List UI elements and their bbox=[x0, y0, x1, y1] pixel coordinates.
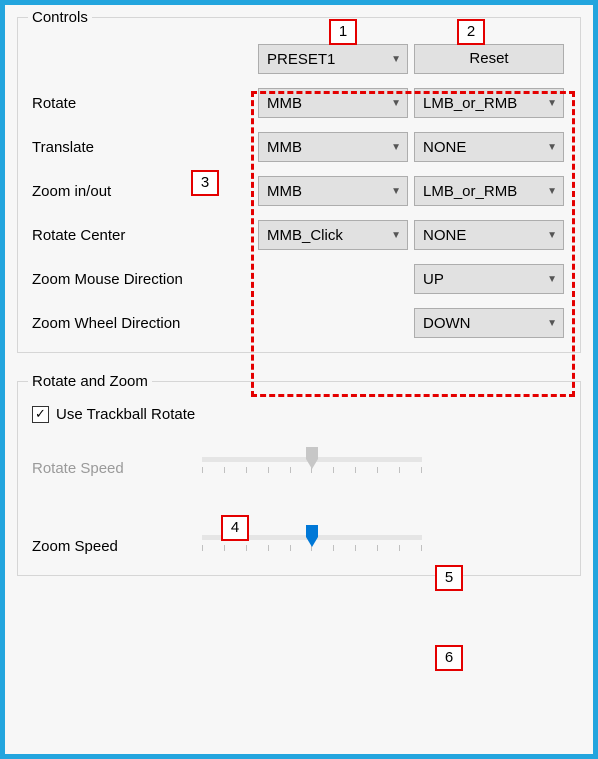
chevron-down-icon: ▼ bbox=[547, 142, 557, 153]
use-trackball-row: ✓ Use Trackball Rotate bbox=[32, 406, 570, 423]
rotate-center-row: Rotate Center MMB_Click▼ NONE▼ bbox=[28, 220, 570, 250]
callout-4: 4 bbox=[221, 515, 249, 541]
rotate-primary-select[interactable]: MMB▼ bbox=[258, 88, 408, 118]
check-icon: ✓ bbox=[35, 407, 46, 420]
rotate-label: Rotate bbox=[28, 95, 258, 112]
preset-select[interactable]: PRESET1 ▼ bbox=[258, 44, 408, 74]
preset-row: PRESET1 ▼ Reset bbox=[28, 44, 570, 74]
rotate-speed-row: Rotate Speed bbox=[28, 453, 570, 483]
chevron-down-icon: ▼ bbox=[391, 230, 401, 241]
rotate-row: Rotate MMB▼ LMB_or_RMB▼ bbox=[28, 88, 570, 118]
zoom-speed-row: Zoom Speed bbox=[28, 531, 570, 561]
chevron-down-icon: ▼ bbox=[391, 54, 401, 65]
zoom-wheel-label: Zoom Wheel Direction bbox=[28, 315, 258, 332]
zoom-wheel-row: Zoom Wheel Direction DOWN▼ bbox=[28, 308, 570, 338]
chevron-down-icon: ▼ bbox=[547, 98, 557, 109]
rotate-speed-label: Rotate Speed bbox=[32, 460, 202, 477]
callout-6: 6 bbox=[435, 645, 463, 671]
slider-thumb-icon bbox=[306, 447, 318, 469]
rotate-center-label: Rotate Center bbox=[28, 227, 258, 244]
zoom-row: Zoom in/out MMB▼ LMB_or_RMB▼ bbox=[28, 176, 570, 206]
zoom-mouse-label: Zoom Mouse Direction bbox=[28, 271, 258, 288]
chevron-down-icon: ▼ bbox=[547, 274, 557, 285]
chevron-down-icon: ▼ bbox=[547, 318, 557, 329]
chevron-down-icon: ▼ bbox=[391, 186, 401, 197]
zoom-wheel-direction-select[interactable]: DOWN▼ bbox=[414, 308, 564, 338]
zoom-modifier-select[interactable]: LMB_or_RMB▼ bbox=[414, 176, 564, 206]
reset-button[interactable]: Reset bbox=[414, 44, 564, 74]
zoom-speed-label: Zoom Speed bbox=[32, 538, 202, 555]
controls-legend: Controls bbox=[28, 9, 92, 26]
callout-5: 5 bbox=[435, 565, 463, 591]
chevron-down-icon: ▼ bbox=[391, 142, 401, 153]
chevron-down-icon: ▼ bbox=[547, 186, 557, 197]
use-trackball-checkbox[interactable]: ✓ bbox=[32, 406, 49, 423]
zoom-primary-select[interactable]: MMB▼ bbox=[258, 176, 408, 206]
zoom-mouse-row: Zoom Mouse Direction UP▼ bbox=[28, 264, 570, 294]
slider-thumb-icon bbox=[306, 525, 318, 547]
translate-modifier-select[interactable]: NONE▼ bbox=[414, 132, 564, 162]
rotate-and-zoom-legend: Rotate and Zoom bbox=[28, 373, 152, 390]
callout-2: 2 bbox=[457, 19, 485, 45]
use-trackball-label: Use Trackball Rotate bbox=[56, 406, 195, 423]
translate-row: Translate MMB▼ NONE▼ bbox=[28, 132, 570, 162]
zoom-mouse-direction-select[interactable]: UP▼ bbox=[414, 264, 564, 294]
rotate-center-primary-select[interactable]: MMB_Click▼ bbox=[258, 220, 408, 250]
zoom-label: Zoom in/out bbox=[28, 183, 258, 200]
callout-1: 1 bbox=[329, 19, 357, 45]
callout-3: 3 bbox=[191, 170, 219, 196]
translate-label: Translate bbox=[28, 139, 258, 156]
rotate-center-modifier-select[interactable]: NONE▼ bbox=[414, 220, 564, 250]
chevron-down-icon: ▼ bbox=[391, 98, 401, 109]
settings-panel: Controls PRESET1 ▼ Reset Rotate MMB▼ LMB… bbox=[0, 0, 598, 759]
rotate-speed-slider[interactable] bbox=[202, 453, 422, 483]
controls-group: Controls PRESET1 ▼ Reset Rotate MMB▼ LMB… bbox=[17, 9, 581, 353]
rotate-modifier-select[interactable]: LMB_or_RMB▼ bbox=[414, 88, 564, 118]
rotate-and-zoom-group: Rotate and Zoom ✓ Use Trackball Rotate R… bbox=[17, 373, 581, 576]
translate-primary-select[interactable]: MMB▼ bbox=[258, 132, 408, 162]
chevron-down-icon: ▼ bbox=[547, 230, 557, 241]
